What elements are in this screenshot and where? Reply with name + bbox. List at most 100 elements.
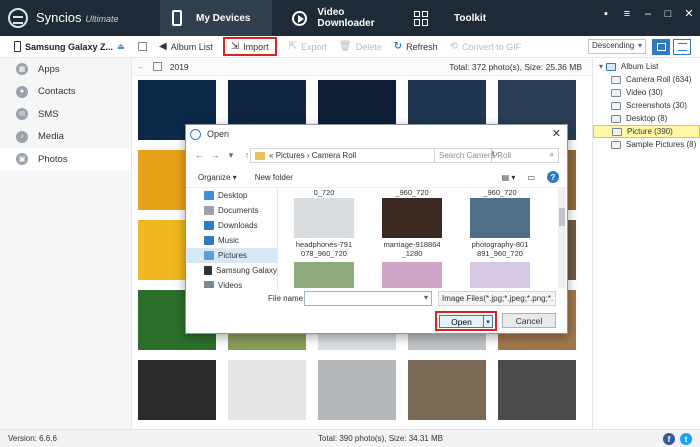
album-item-camera-roll[interactable]: Camera Roll (634): [593, 73, 700, 86]
refresh-button[interactable]: ↻ Refresh: [394, 41, 438, 52]
album-icon: [611, 88, 621, 97]
delete-button[interactable]: 🗑 Delete: [339, 41, 382, 52]
album-list-button[interactable]: ◀ Album List: [159, 41, 213, 52]
dialog-close-icon[interactable]: ✕: [552, 127, 561, 140]
menu-icon[interactable]: ≡: [619, 6, 635, 22]
photo-thumbnail[interactable]: [408, 360, 486, 420]
album-item-screenshots[interactable]: Screenshots (30): [593, 99, 700, 112]
nav-item-downloads[interactable]: Downloads: [186, 218, 277, 233]
nav-item-videos[interactable]: Videos: [186, 278, 277, 288]
photo-thumbnail[interactable]: [228, 360, 306, 420]
forward-arrow-icon[interactable]: →: [208, 150, 222, 160]
facebook-icon[interactable]: f: [663, 433, 675, 445]
convert-gif-button[interactable]: ⟲ Convert to GIF: [450, 41, 521, 52]
nav-item-samsung-galaxy[interactable]: Samsung Galaxy: [186, 263, 277, 278]
sidebar-item-media[interactable]: ♪ Media: [0, 126, 131, 149]
open-dropdown-button[interactable]: ▾: [483, 315, 493, 328]
collapse-icon[interactable]: –: [138, 62, 143, 72]
photo-total: Total: 372 photo(s), Size: 25.36 MB: [449, 62, 582, 72]
open-button-highlight: Open ▾: [435, 311, 497, 331]
photo-thumbnail[interactable]: [318, 360, 396, 420]
export-button[interactable]: ⇱ Export: [289, 41, 327, 52]
file-name[interactable]: marriage-918864 _1280: [370, 240, 454, 258]
back-arrow-icon[interactable]: ←: [192, 150, 206, 160]
album-item-desktop[interactable]: Desktop (8): [593, 112, 700, 125]
open-button[interactable]: Open: [439, 315, 484, 328]
export-icon: ⇱: [288, 41, 298, 52]
dialog-nav-pane: Desktop Documents Downloads Music Pictures Sa…: [186, 188, 278, 288]
close-icon[interactable]: ✕: [681, 6, 697, 22]
album-panel: ▾ Album List Camera Roll (634) Video (30…: [592, 58, 700, 429]
file-thumbnail[interactable]: [470, 262, 530, 288]
file-name[interactable]: headphones-791 078_960_720: [282, 240, 366, 258]
sidebar-item-apps[interactable]: ▦ Apps: [0, 58, 131, 81]
collapse-icon: ▾: [599, 62, 604, 71]
photo-thumbnail[interactable]: [498, 360, 576, 420]
photo-thumbnail[interactable]: [138, 360, 216, 420]
album-root-label: Album List: [621, 62, 659, 71]
device-selector[interactable]: Samsung Galaxy Z... ⏏: [0, 36, 132, 58]
nav-item-desktop[interactable]: Desktop: [186, 188, 277, 203]
sidebar-item-photos[interactable]: ▣ Photos: [0, 148, 131, 171]
sidebar-item-contacts[interactable]: ● Contacts: [0, 81, 131, 104]
path-segment-camera-roll[interactable]: Camera Roll: [312, 151, 356, 160]
dialog-scrollbar[interactable]: [558, 188, 566, 288]
sidebar-item-sms[interactable]: ✉ SMS: [0, 103, 131, 126]
import-label: Import: [243, 41, 269, 52]
album-label: Sample Pictures (8): [626, 140, 697, 149]
album-list-root[interactable]: ▾ Album List: [593, 60, 700, 73]
sidebar-item-label: SMS: [38, 108, 59, 120]
path-segment-pictures[interactable]: Pictures: [276, 151, 305, 160]
tab-my-devices[interactable]: My Devices: [160, 0, 272, 36]
help-icon[interactable]: ?: [547, 171, 559, 183]
open-dialog: Open ✕ ← → ▾ ↑ « Pictures › Camera Roll …: [185, 124, 568, 334]
recent-dropdown-icon[interactable]: ▾: [224, 150, 238, 161]
file-thumbnail[interactable]: [470, 198, 530, 238]
year-checkbox[interactable]: [152, 62, 162, 71]
select-all-checkbox[interactable]: [138, 42, 147, 51]
cancel-button[interactable]: Cancel: [502, 313, 556, 328]
list-view-button[interactable]: [673, 39, 691, 55]
tab-label: Video Downloader: [317, 7, 375, 29]
dialog-file-pane: 0_720 headphones-791 078_960_720 _960_720 ma…: [278, 188, 558, 288]
nav-item-music[interactable]: Music: [186, 233, 277, 248]
file-thumbnail[interactable]: [294, 262, 354, 288]
nav-item-documents[interactable]: Documents: [186, 203, 277, 218]
eject-icon[interactable]: ⏏: [117, 42, 125, 51]
album-item-picture[interactable]: Picture (390): [593, 125, 700, 138]
nav-item-pictures[interactable]: Pictures: [186, 248, 277, 263]
album-list-label: Album List: [170, 41, 213, 52]
preview-pane-icon[interactable]: ▭: [527, 173, 535, 182]
file-thumbnail[interactable]: [382, 198, 442, 238]
new-folder-button[interactable]: New folder: [255, 173, 293, 182]
tab-toolkit[interactable]: Toolkit: [404, 0, 500, 36]
minimize-icon[interactable]: –: [640, 6, 656, 22]
tab-video-downloader[interactable]: Video Downloader: [284, 0, 394, 36]
file-thumbnail[interactable]: [294, 198, 354, 238]
file-type-value: Image Files(*.jpg;*.jpeg;*.png;*.: [442, 294, 554, 303]
import-button[interactable]: ⇲ Import: [222, 37, 277, 56]
file-thumbnail[interactable]: [382, 262, 442, 288]
year-label: 2019: [169, 61, 189, 72]
path-separator: ›: [306, 151, 310, 160]
scrollbar-thumb[interactable]: [559, 208, 565, 226]
maximize-icon[interactable]: □: [660, 6, 676, 22]
album-icon: [612, 127, 622, 136]
app-edition: Ultimate: [85, 14, 119, 24]
file-type-select[interactable]: Image Files(*.jpg;*.jpeg;*.png;*.: [438, 291, 556, 306]
dialog-search-input[interactable]: Search Camera Roll ⌕: [434, 148, 559, 163]
sort-order-select[interactable]: Descending: [588, 39, 646, 54]
file-name-input[interactable]: [304, 291, 432, 306]
twitter-icon[interactable]: t: [680, 433, 692, 445]
file-name-line: 891_960_720: [477, 249, 523, 258]
documents-icon: [204, 206, 214, 215]
album-item-video[interactable]: Video (30): [593, 86, 700, 99]
sidebar-item-label: Apps: [38, 63, 60, 75]
file-name[interactable]: photography-801 891_960_720: [458, 240, 542, 258]
grid-view-button[interactable]: [652, 39, 670, 55]
message-icon[interactable]: ▪: [598, 6, 614, 22]
view-options-icon[interactable]: ▤ ▾: [502, 173, 516, 182]
sms-icon: ✉: [16, 108, 28, 121]
album-item-sample-pictures[interactable]: Sample Pictures (8): [593, 138, 700, 151]
organize-menu[interactable]: Organize ▾: [198, 173, 237, 182]
